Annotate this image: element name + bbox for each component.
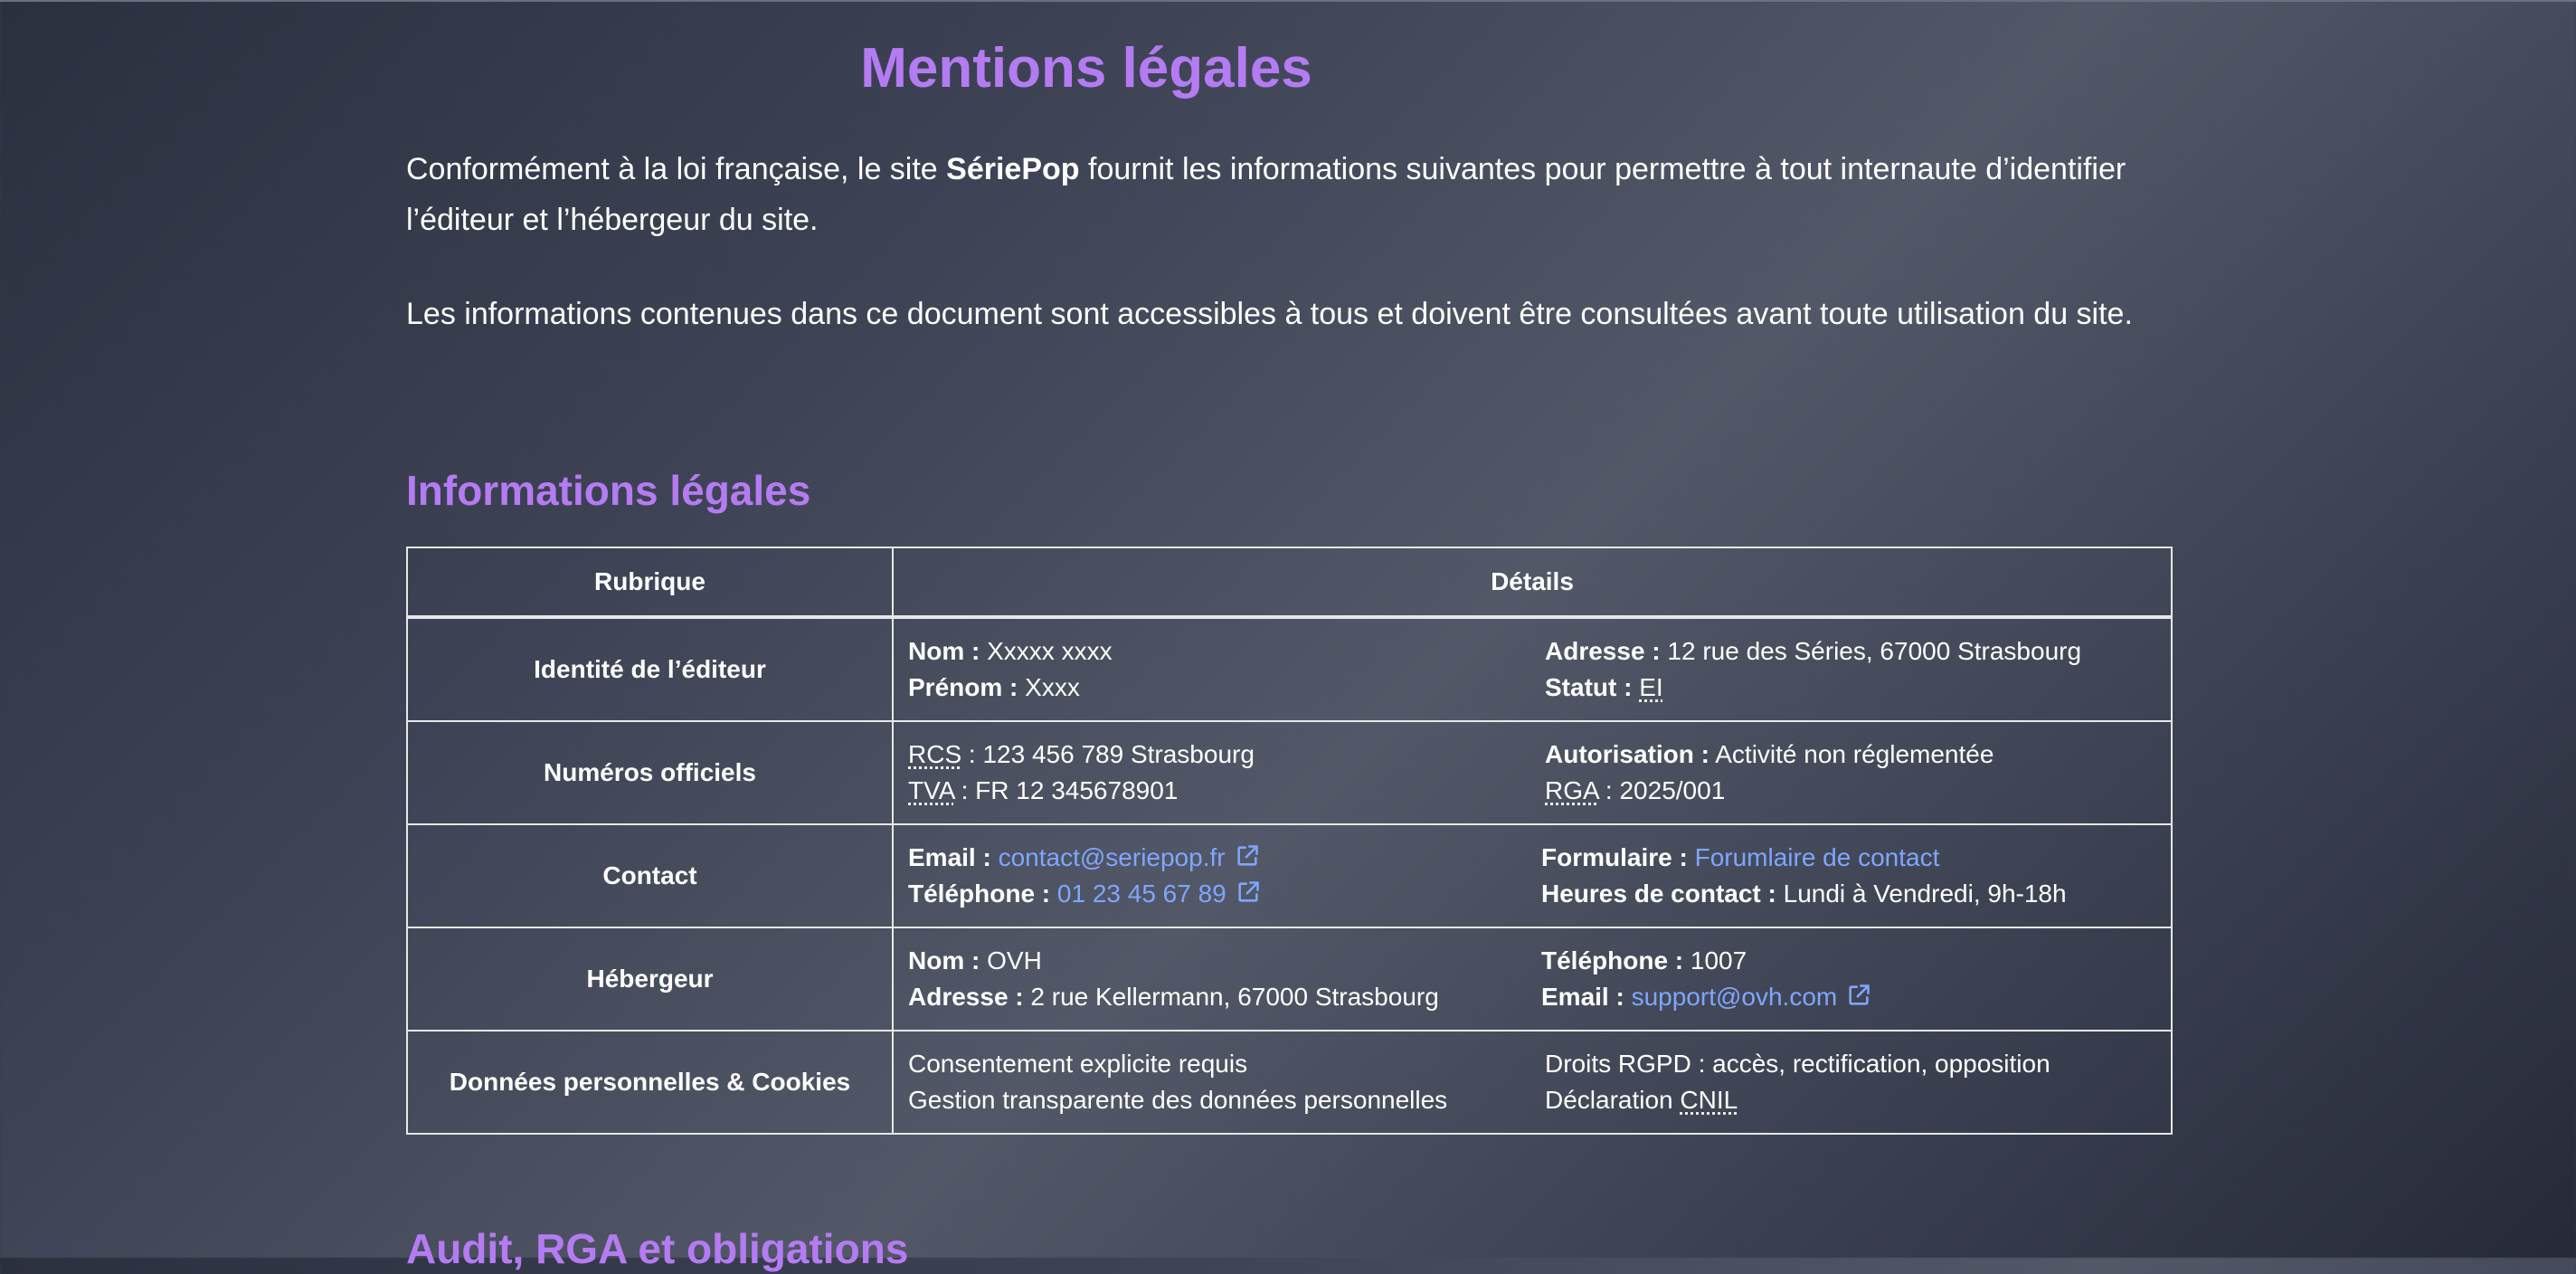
field-value: 1007 xyxy=(1690,946,1747,975)
field-value: Xxxx xyxy=(1025,673,1080,701)
rubric-cell: Identité de l’éditeur xyxy=(406,616,894,722)
field-value: : 2025/001 xyxy=(1605,776,1726,804)
details-cell: Consentement explicite requis Gestion tr… xyxy=(892,1030,2173,1135)
external-link-icon[interactable] xyxy=(1235,843,1260,869)
details-cell: RCS : 123 456 789 Strasbourg TVA : FR 12… xyxy=(892,720,2173,825)
field-value: OVH xyxy=(987,946,1042,975)
field-label: Téléphone : xyxy=(1541,946,1684,975)
table-row: Contact Email : contact@seriepop.fr Télé… xyxy=(406,823,2173,928)
field-value: Droits RGPD : accès, rectification, oppo… xyxy=(1545,1050,2050,1078)
table-row: Numéros officiels RCS : 123 456 789 Stra… xyxy=(406,720,2173,825)
intro-text: Conformément à la loi française, le site xyxy=(406,152,947,186)
table-row: Données personnelles & Cookies Consentem… xyxy=(406,1030,2173,1135)
details-cell: Nom : Xxxxx xxxx Prénom : Xxxx Adresse :… xyxy=(892,616,2173,722)
legal-info-table: Rubrique Détails Identité de l’éditeur N… xyxy=(406,547,2173,1135)
rcs-abbr: RCS xyxy=(908,740,962,768)
field-label: Statut : xyxy=(1545,673,1633,701)
host-email-link[interactable]: support@ovh.com xyxy=(1632,983,1838,1011)
rubric-cell: Numéros officiels xyxy=(406,720,894,825)
field-value: Gestion transparente des données personn… xyxy=(908,1086,1448,1114)
phone-link[interactable]: 01 23 45 67 89 xyxy=(1057,879,1226,908)
section-title-audit: Audit, RGA et obligations xyxy=(406,1225,909,1272)
field-value: 12 rue des Séries, 67000 Strasbourg xyxy=(1667,637,2082,665)
top-border xyxy=(0,0,2576,2)
field-label: Email : xyxy=(908,843,991,871)
field-value: Consentement explicite requis xyxy=(908,1050,1248,1078)
details-cell: Nom : OVH Adresse : 2 rue Kellermann, 67… xyxy=(892,927,2173,1032)
field-label: Téléphone : xyxy=(908,879,1051,908)
field-label: Email : xyxy=(1541,983,1624,1011)
section-title-legal-info: Informations légales xyxy=(406,467,811,514)
intro-paragraph-1: Conformément à la loi française, le site… xyxy=(406,144,2172,245)
header-details: Détails xyxy=(892,547,2173,618)
field-value: 2 rue Kellermann, 67000 Strasbourg xyxy=(1030,983,1439,1011)
brand-name: SériePop xyxy=(946,152,1080,186)
field-value: : FR 12 345678901 xyxy=(961,776,1179,804)
details-cell: Email : contact@seriepop.fr Téléphone : … xyxy=(892,823,2173,928)
intro-paragraph-2: Les informations contenues dans ce docum… xyxy=(406,297,2133,331)
external-link-icon[interactable] xyxy=(1846,983,1871,1008)
field-label: Adresse : xyxy=(908,983,1024,1011)
header-rubrique: Rubrique xyxy=(406,547,894,618)
field-value: Activité non réglementée xyxy=(1715,740,1994,768)
tva-abbr: TVA xyxy=(908,776,954,804)
field-value: : 123 456 789 Strasbourg xyxy=(968,740,1255,768)
cnil-abbr: CNIL xyxy=(1680,1086,1738,1114)
field-value: Lundi à Vendredi, 9h-18h xyxy=(1783,879,2067,908)
rga-abbr: RGA xyxy=(1545,776,1599,804)
page-title: Mentions légales xyxy=(860,37,1312,100)
table-header-row: Rubrique Détails xyxy=(406,547,2173,618)
table-row: Hébergeur Nom : OVH Adresse : 2 rue Kell… xyxy=(406,927,2173,1032)
rubric-cell: Hébergeur xyxy=(406,927,894,1032)
field-label: Formulaire : xyxy=(1541,843,1688,871)
status-abbr: EI xyxy=(1639,673,1663,701)
field-label: Nom : xyxy=(908,637,980,665)
contact-form-link[interactable]: Forumlaire de contact xyxy=(1695,843,1940,871)
rubric-cell: Contact xyxy=(406,823,894,928)
field-label: Autorisation : xyxy=(1545,740,1709,768)
field-label: Nom : xyxy=(908,946,980,975)
rubric-cell: Données personnelles & Cookies xyxy=(406,1030,894,1135)
table-row: Identité de l’éditeur Nom : Xxxxx xxxx P… xyxy=(406,616,2173,722)
field-label: Heures de contact : xyxy=(1541,879,1776,908)
field-label: Adresse : xyxy=(1545,637,1661,665)
email-link[interactable]: contact@seriepop.fr xyxy=(999,843,1226,871)
external-link-icon[interactable] xyxy=(1236,879,1261,905)
field-label: Prénom : xyxy=(908,673,1018,701)
field-value: Xxxxx xxxx xyxy=(987,637,1113,665)
field-value: Déclaration xyxy=(1545,1086,1673,1114)
